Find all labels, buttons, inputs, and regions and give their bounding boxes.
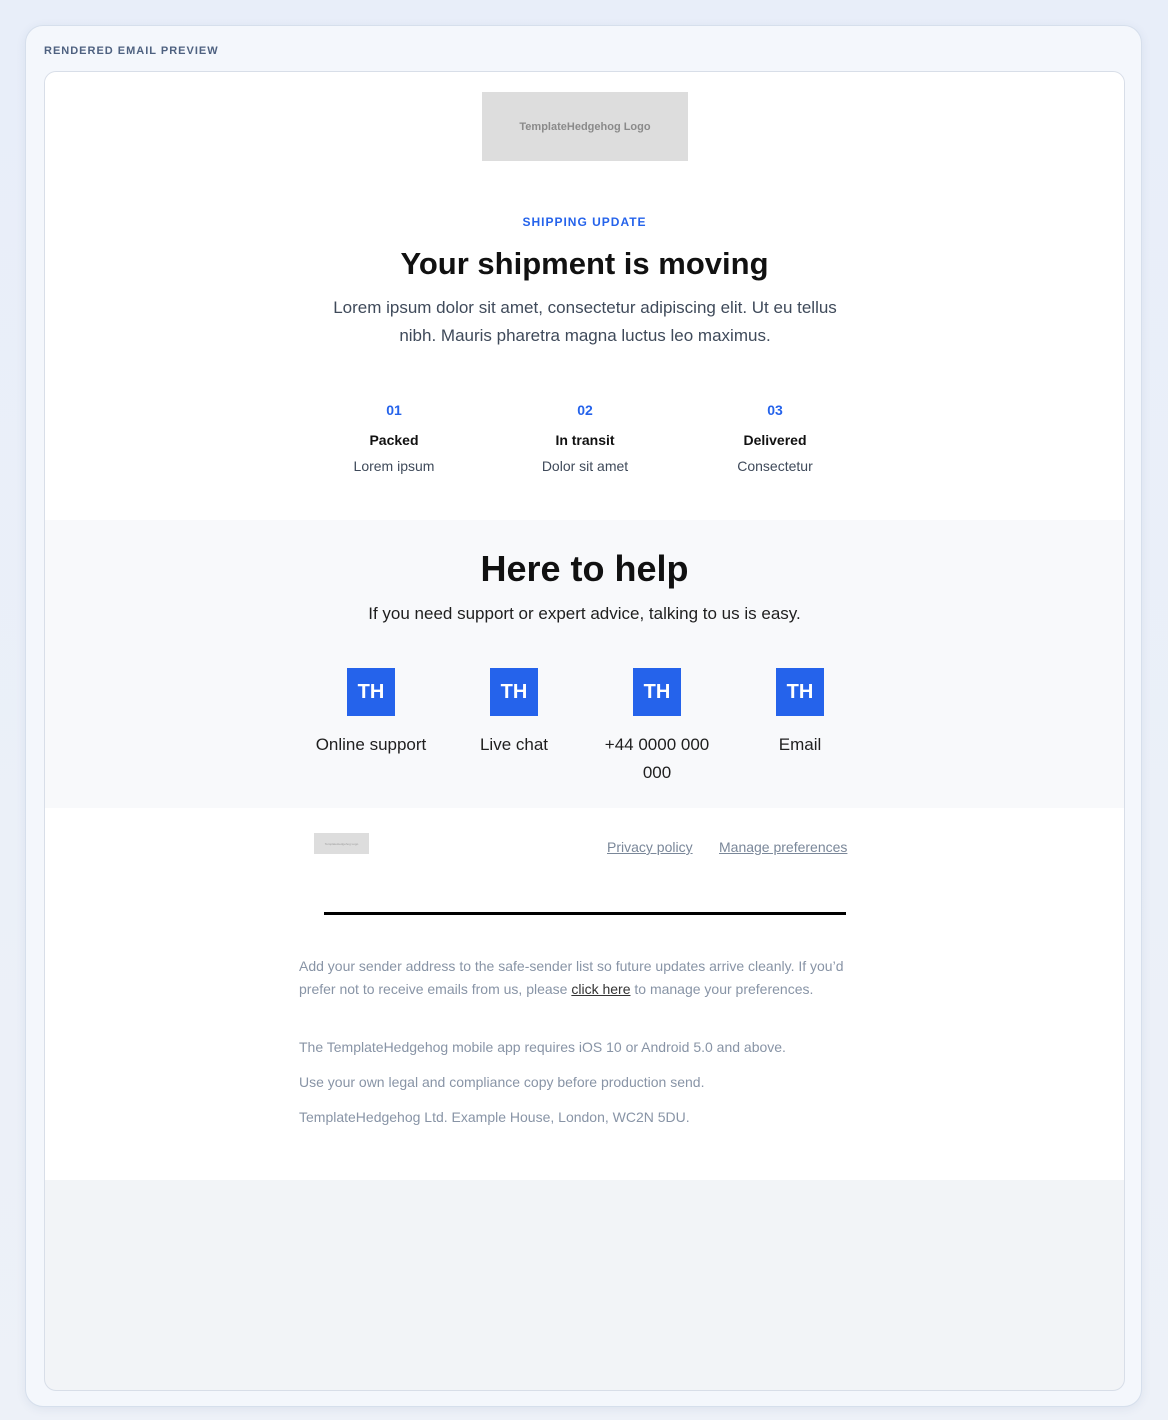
hero-title: Your shipment is moving [400,246,769,281]
help-subtitle: If you need support or expert advice, ta… [368,604,801,623]
shipping-section: TemplateHedgehog Logo SHIPPING UPDATE Yo… [45,72,1124,520]
step-description: Lorem ipsum [353,458,435,474]
footer-section: TemplateHedgehog Logo Privacy policy Man… [45,808,1124,1180]
contact-live-chat[interactable]: TH Live chat [464,668,564,759]
step-title: In transit [555,432,615,448]
contact-phone[interactable]: TH +44 0000 000 000 [592,668,722,787]
click-here-link[interactable]: click here [571,981,630,997]
contact-online-support[interactable]: TH Online support [306,668,436,759]
brand-logo: TemplateHedgehog Logo [482,92,688,161]
email-frame: TemplateHedgehog Logo SHIPPING UPDATE Yo… [44,71,1125,1391]
footer-logo: TemplateHedgehog Logo [314,833,369,854]
step-title: Delivered [743,432,807,448]
contact-label[interactable]: +44 0000 000 000 [592,731,722,787]
step-in-transit: 02 In transit Dolor sit amet [505,402,665,474]
contact-email[interactable]: TH Email [750,668,850,759]
hero-body: Lorem ipsum dolor sit amet, consectetur … [333,298,837,345]
email-icon[interactable]: TH [776,668,824,716]
help-section: Here to help If you need support or expe… [45,520,1124,808]
contact-label[interactable]: Live chat [464,731,564,759]
step-delivered: 03 Delivered Consectetur [695,402,855,474]
live-chat-icon[interactable]: TH [490,668,538,716]
online-support-icon[interactable]: TH [347,668,395,716]
step-number: 03 [767,402,783,418]
step-description: Consectetur [737,458,813,474]
footer-paragraph-app: The TemplateHedgehog mobile app requires… [299,1039,786,1055]
footer-paragraph-legal: Use your own legal and compliance copy b… [299,1074,705,1090]
contact-label[interactable]: Online support [306,731,436,759]
step-packed: 01 Packed Lorem ipsum [314,402,474,474]
contact-label[interactable]: Email [750,731,850,759]
step-number: 01 [386,402,402,418]
footer-paragraph-address: TemplateHedgehog Ltd. Example House, Lon… [299,1109,690,1125]
step-number: 02 [577,402,593,418]
footer-divider [324,912,846,915]
preview-label: RENDERED EMAIL PREVIEW [44,45,219,57]
privacy-policy-link[interactable]: Privacy policy [607,839,693,855]
footer-text-segment: to manage your preferences. [630,981,814,997]
step-title: Packed [369,432,419,448]
preview-card: RENDERED EMAIL PREVIEW TemplateHedgehog … [25,25,1142,1407]
step-description: Dolor sit amet [541,458,629,474]
phone-icon[interactable]: TH [633,668,681,716]
help-title: Here to help [480,548,689,589]
eyebrow-label: SHIPPING UPDATE [522,215,647,229]
footer-paragraph-safe-sender: Add your sender address to the safe-send… [299,955,851,1001]
manage-preferences-link[interactable]: Manage preferences [719,839,847,855]
